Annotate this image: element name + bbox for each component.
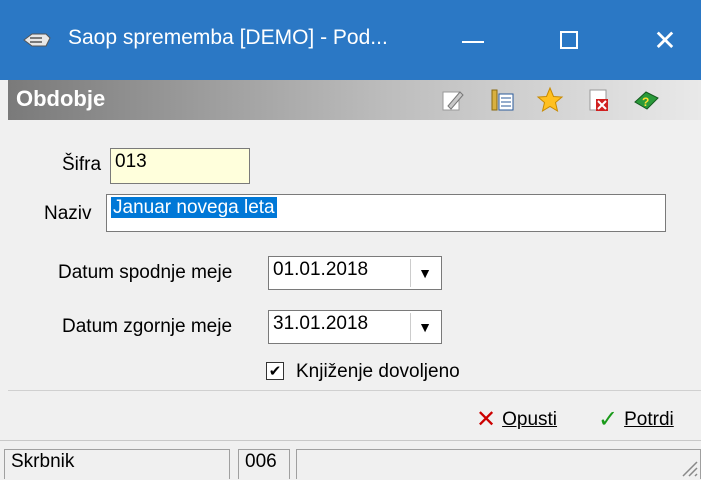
potrdi-label: Potrdi bbox=[624, 408, 674, 430]
resize-grip-icon[interactable] bbox=[679, 458, 699, 478]
status-code: 006 bbox=[238, 449, 290, 479]
window-title: Saop sprememba [DEMO] - Pod... bbox=[68, 26, 388, 49]
sifra-label: Šifra bbox=[62, 154, 102, 175]
opusti-label: Opusti bbox=[502, 408, 558, 430]
naziv-value: Januar novega leta bbox=[111, 197, 277, 218]
chevron-down-icon[interactable]: ▼ bbox=[410, 313, 439, 341]
datum-zgornje-field[interactable]: 31.01.2018 ▼ bbox=[268, 310, 442, 344]
window-titlebar: Saop sprememba [DEMO] - Pod... ✕ bbox=[0, 0, 701, 80]
sifra-value: 013 bbox=[115, 151, 147, 172]
naziv-label: Naziv bbox=[44, 203, 92, 224]
datum-spodnje-field[interactable]: 01.01.2018 ▼ bbox=[268, 256, 442, 290]
check-icon: ✔ bbox=[268, 362, 282, 380]
checkmark-icon: ✓ bbox=[598, 406, 619, 433]
knjizenje-checkbox[interactable]: ✔ bbox=[266, 362, 284, 380]
potrdi-button[interactable]: ✓ Potrdi bbox=[598, 405, 674, 434]
datum-zgornje-value: 31.01.2018 bbox=[273, 313, 369, 334]
naziv-field[interactable]: Januar novega leta bbox=[106, 194, 666, 232]
delete-icon[interactable] bbox=[584, 86, 612, 114]
close-icon: ✕ bbox=[653, 24, 677, 56]
sifra-field[interactable]: 013 bbox=[110, 148, 250, 184]
help-book-icon[interactable]: ? bbox=[632, 86, 660, 114]
edit-icon[interactable] bbox=[438, 86, 466, 114]
knjizenje-label: Knjiženje dovoljeno bbox=[296, 361, 460, 382]
maximize-button[interactable] bbox=[544, 18, 594, 62]
close-button[interactable]: ✕ bbox=[640, 18, 690, 62]
cancel-x-icon: ✕ bbox=[476, 406, 497, 433]
minimize-icon bbox=[462, 41, 484, 43]
form-title: Obdobje bbox=[16, 86, 106, 111]
list-icon[interactable] bbox=[488, 86, 516, 114]
star-icon[interactable] bbox=[536, 86, 564, 114]
status-user: Skrbnik bbox=[4, 449, 230, 479]
button-bar: ✕ Opusti ✓ Potrdi bbox=[8, 390, 701, 441]
datum-spodnje-value: 01.01.2018 bbox=[273, 259, 369, 280]
app-icon bbox=[23, 33, 51, 47]
minimize-button[interactable] bbox=[448, 18, 498, 62]
status-bar: Skrbnik 006 bbox=[0, 440, 701, 480]
maximize-icon bbox=[560, 31, 578, 49]
datum-zgornje-label: Datum zgornje meje bbox=[62, 316, 233, 337]
status-extra bbox=[296, 449, 701, 479]
svg-text:?: ? bbox=[642, 95, 649, 109]
datum-spodnje-label: Datum spodnje meje bbox=[58, 262, 233, 283]
chevron-down-icon[interactable]: ▼ bbox=[410, 259, 439, 287]
opusti-button[interactable]: ✕ Opusti bbox=[476, 405, 557, 434]
form-header: Obdobje ? bbox=[8, 80, 701, 120]
